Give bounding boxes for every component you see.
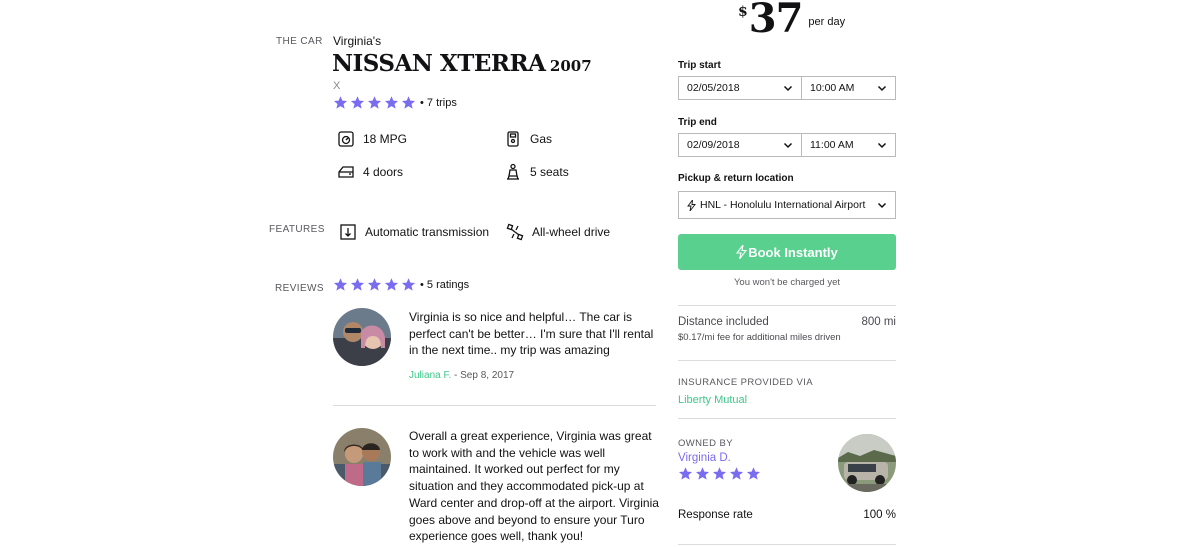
car-door-icon bbox=[337, 163, 355, 181]
trip-end-date-select[interactable]: 02/09/2018 bbox=[678, 133, 802, 157]
star-icon bbox=[678, 466, 693, 481]
ratings-count: • 5 ratings bbox=[420, 278, 470, 291]
all-wheel-drive-icon bbox=[506, 223, 524, 241]
reviews-rating-stars bbox=[333, 277, 416, 292]
spec-mpg: 18 MPG bbox=[337, 130, 407, 148]
daily-price: $ 37 per day bbox=[738, 0, 846, 42]
gas-pump-icon bbox=[504, 130, 522, 148]
star-icon bbox=[401, 95, 416, 110]
trips-count: • 7 trips bbox=[420, 96, 457, 109]
car-rating: • 7 trips bbox=[333, 95, 457, 110]
star-icon bbox=[746, 466, 761, 481]
trip-end-time-value: 11:00 AM bbox=[810, 139, 854, 151]
distance-value: 800 mi bbox=[861, 316, 896, 328]
chevron-down-icon bbox=[783, 140, 793, 150]
price-amount: 37 bbox=[748, 0, 804, 42]
star-icon bbox=[350, 277, 365, 292]
car-seat-icon bbox=[504, 163, 522, 181]
features-label: FEATURES bbox=[269, 224, 325, 235]
transmission-icon bbox=[339, 223, 357, 241]
star-icon bbox=[712, 466, 727, 481]
location-value: HNL - Honolulu International Airport bbox=[700, 199, 866, 211]
trip-start-label: Trip start bbox=[678, 60, 721, 71]
car-title: NISSAN XTERRA 2007 bbox=[332, 50, 592, 77]
star-icon bbox=[333, 95, 348, 110]
chevron-down-icon bbox=[877, 140, 887, 150]
trip-start-date-select[interactable]: 02/05/2018 bbox=[678, 76, 802, 100]
car-make-model: NISSAN XTERRA bbox=[332, 50, 546, 77]
star-icon bbox=[384, 95, 399, 110]
car-year: 2007 bbox=[549, 57, 592, 75]
feature-transmission-label: Automatic transmission bbox=[365, 225, 490, 239]
feature-transmission: Automatic transmission bbox=[339, 223, 489, 241]
trip-end-date-value: 02/09/2018 bbox=[687, 139, 740, 151]
star-icon bbox=[367, 95, 382, 110]
the-car-label: THE CAR bbox=[276, 36, 323, 47]
trip-start-time-select[interactable]: 10:00 AM bbox=[802, 76, 896, 100]
chevron-down-icon bbox=[877, 83, 887, 93]
divider bbox=[678, 360, 896, 361]
feature-awd-label: All-wheel drive bbox=[532, 225, 611, 239]
distance-label: Distance included bbox=[678, 316, 769, 328]
divider bbox=[678, 544, 896, 545]
lightning-icon bbox=[736, 244, 748, 260]
spec-mpg-label: 18 MPG bbox=[363, 132, 408, 146]
response-rate-value: 100 % bbox=[863, 509, 896, 521]
spec-fuel: Gas bbox=[504, 130, 552, 148]
divider bbox=[678, 418, 896, 419]
review-text: Overall a great experience, Virginia was… bbox=[409, 429, 659, 544]
chevron-down-icon bbox=[877, 200, 887, 210]
distance-fee-note: $0.17/mi fee for additional miles driven bbox=[678, 332, 841, 343]
insurance-provider-link[interactable]: Liberty Mutual bbox=[678, 394, 747, 406]
car-trim: X bbox=[333, 80, 341, 92]
divider bbox=[678, 305, 896, 306]
review-divider bbox=[333, 405, 656, 406]
book-instantly-label: Book Instantly bbox=[748, 244, 838, 260]
price-per-day: per day bbox=[808, 16, 846, 28]
chevron-down-icon bbox=[783, 83, 793, 93]
reviewer-name-link[interactable]: Juliana F. bbox=[409, 370, 451, 381]
spec-doors: 4 doors bbox=[337, 163, 403, 181]
reviews-label: REVIEWS bbox=[275, 283, 324, 294]
owner-avatar[interactable] bbox=[838, 434, 896, 492]
owner-possessive: Virginia's bbox=[333, 34, 382, 48]
trip-end-label: Trip end bbox=[678, 117, 717, 128]
review-date: - Sep 8, 2017 bbox=[451, 370, 515, 381]
star-icon bbox=[729, 466, 744, 481]
location-label: Pickup & return location bbox=[678, 173, 794, 184]
star-icon bbox=[333, 277, 348, 292]
trip-end-time-select[interactable]: 11:00 AM bbox=[802, 133, 896, 157]
star-icon bbox=[367, 277, 382, 292]
spec-fuel-label: Gas bbox=[530, 132, 553, 146]
trip-start-time-value: 10:00 AM bbox=[810, 82, 855, 94]
reviewer-avatar[interactable] bbox=[333, 428, 391, 486]
review-text: Virginia is so nice and helpful… The car… bbox=[409, 310, 654, 358]
reviewer-avatar[interactable] bbox=[333, 308, 391, 366]
location-select[interactable]: HNL - Honolulu International Airport bbox=[678, 191, 896, 219]
insurance-label: INSURANCE PROVIDED VIA bbox=[678, 377, 813, 388]
book-instantly-button[interactable]: Book Instantly bbox=[678, 234, 896, 270]
star-icon bbox=[384, 277, 399, 292]
car-rating-stars bbox=[333, 95, 416, 110]
owned-by-label: OWNED BY bbox=[678, 438, 733, 449]
star-icon bbox=[401, 277, 416, 292]
price-currency: $ bbox=[738, 4, 748, 20]
charge-note: You won't be charged yet bbox=[733, 277, 841, 288]
spec-seats: 5 seats bbox=[504, 163, 569, 181]
star-icon bbox=[350, 95, 365, 110]
airport-bolt-icon bbox=[687, 197, 696, 211]
response-rate-label: Response rate bbox=[678, 509, 753, 521]
star-icon bbox=[695, 466, 710, 481]
spec-seats-label: 5 seats bbox=[530, 165, 569, 179]
owner-rating-stars bbox=[678, 466, 761, 481]
feature-awd: All-wheel drive bbox=[506, 223, 610, 241]
review-meta: Juliana F. - Sep 8, 2017 bbox=[409, 370, 514, 381]
reviews-rating: • 5 ratings bbox=[333, 277, 469, 292]
spec-doors-label: 4 doors bbox=[363, 165, 404, 179]
trip-start-date-value: 02/05/2018 bbox=[687, 82, 740, 94]
owner-name-link[interactable]: Virginia D. bbox=[678, 452, 731, 464]
fuel-gauge-icon bbox=[337, 130, 355, 148]
